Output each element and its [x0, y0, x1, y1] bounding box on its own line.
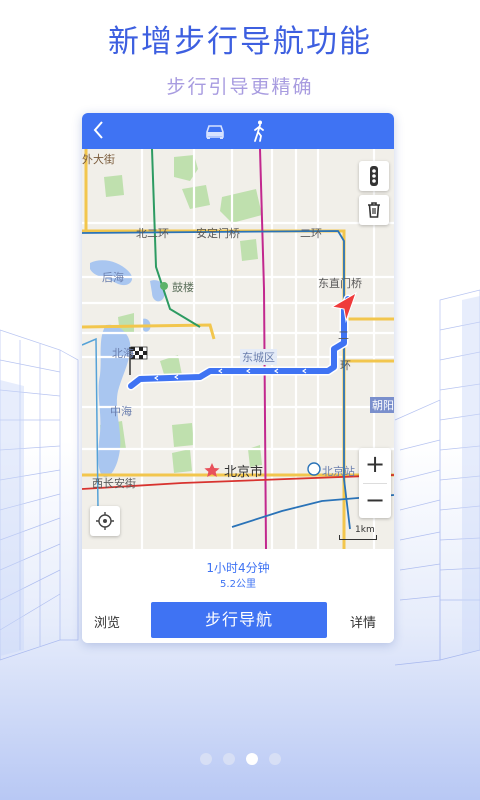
page-dot-1[interactable] — [200, 753, 212, 765]
car-icon[interactable] — [204, 120, 226, 142]
map-label-chaoyang: 朝阳 — [370, 397, 394, 413]
traffic-light-icon — [370, 166, 378, 186]
map-label-gulou: 鼓楼 — [172, 281, 194, 294]
map-label-beiersanhuan: 北二环 — [136, 227, 169, 240]
map-label-left-edge: 外大街 — [82, 153, 115, 166]
map-scale: 1km — [337, 525, 377, 541]
details-button[interactable]: 详情 — [350, 612, 376, 631]
page-dot-4[interactable] — [269, 753, 281, 765]
map-label-zhonghai: 中海 — [110, 405, 132, 418]
map-label-beihai: 北海 — [112, 347, 134, 360]
map-label-dongcheng: 东城区 — [240, 349, 277, 365]
scale-bar — [339, 535, 377, 540]
locate-button[interactable] — [90, 506, 120, 536]
page-indicator — [200, 753, 282, 765]
map-label-beijingzhan: 北京站 — [322, 465, 355, 478]
phone-screen: 外大街 北二环 安定门桥 二环 后海 鼓楼 东直门桥 二 环 北海 东城区 中海… — [82, 113, 394, 643]
zoom-out-icon[interactable]: − — [359, 484, 391, 518]
clear-route-button[interactable] — [359, 195, 389, 225]
map-label-andingmen: 安定门桥 — [196, 227, 240, 240]
promo-headline: 新增步行导航功能 — [108, 24, 372, 60]
map-label-right-er: 二 — [338, 329, 349, 342]
walking-person-icon[interactable] — [248, 119, 270, 143]
map-label-houhai: 后海 — [102, 271, 124, 284]
map-label-erhuan: 二环 — [300, 227, 322, 240]
scale-label: 1km — [355, 525, 375, 535]
zoom-control: + − — [359, 448, 391, 518]
page-dot-2[interactable] — [223, 753, 235, 765]
map-label-right-huan: 环 — [340, 359, 351, 372]
chevron-left-icon[interactable] — [88, 117, 110, 143]
start-walking-navigation-button[interactable]: 步行导航 — [151, 602, 327, 638]
browse-button[interactable]: 浏览 — [94, 612, 120, 631]
map-label-xichang: 西长安街 — [92, 477, 136, 490]
promo-subheadline: 步行引导更精确 — [166, 76, 314, 98]
traffic-toggle-button[interactable] — [359, 161, 389, 191]
route-distance: 5.2公里 — [220, 579, 256, 590]
locate-icon — [96, 512, 114, 530]
map-label-beijingshi: 北京市 — [224, 465, 264, 480]
trash-icon — [368, 202, 380, 218]
route-panel: 1小时4分钟 5.2公里 浏览 步行导航 详情 — [82, 549, 394, 643]
zoom-in-icon[interactable]: + — [359, 448, 391, 482]
page-dot-3[interactable] — [246, 753, 258, 765]
top-bar — [82, 113, 394, 149]
map-view[interactable]: 外大街 北二环 安定门桥 二环 后海 鼓楼 东直门桥 二 环 北海 东城区 中海… — [82, 149, 394, 549]
map-label-dongzhimen: 东直门桥 — [318, 277, 362, 290]
route-duration: 1小时4分钟 — [206, 561, 270, 575]
